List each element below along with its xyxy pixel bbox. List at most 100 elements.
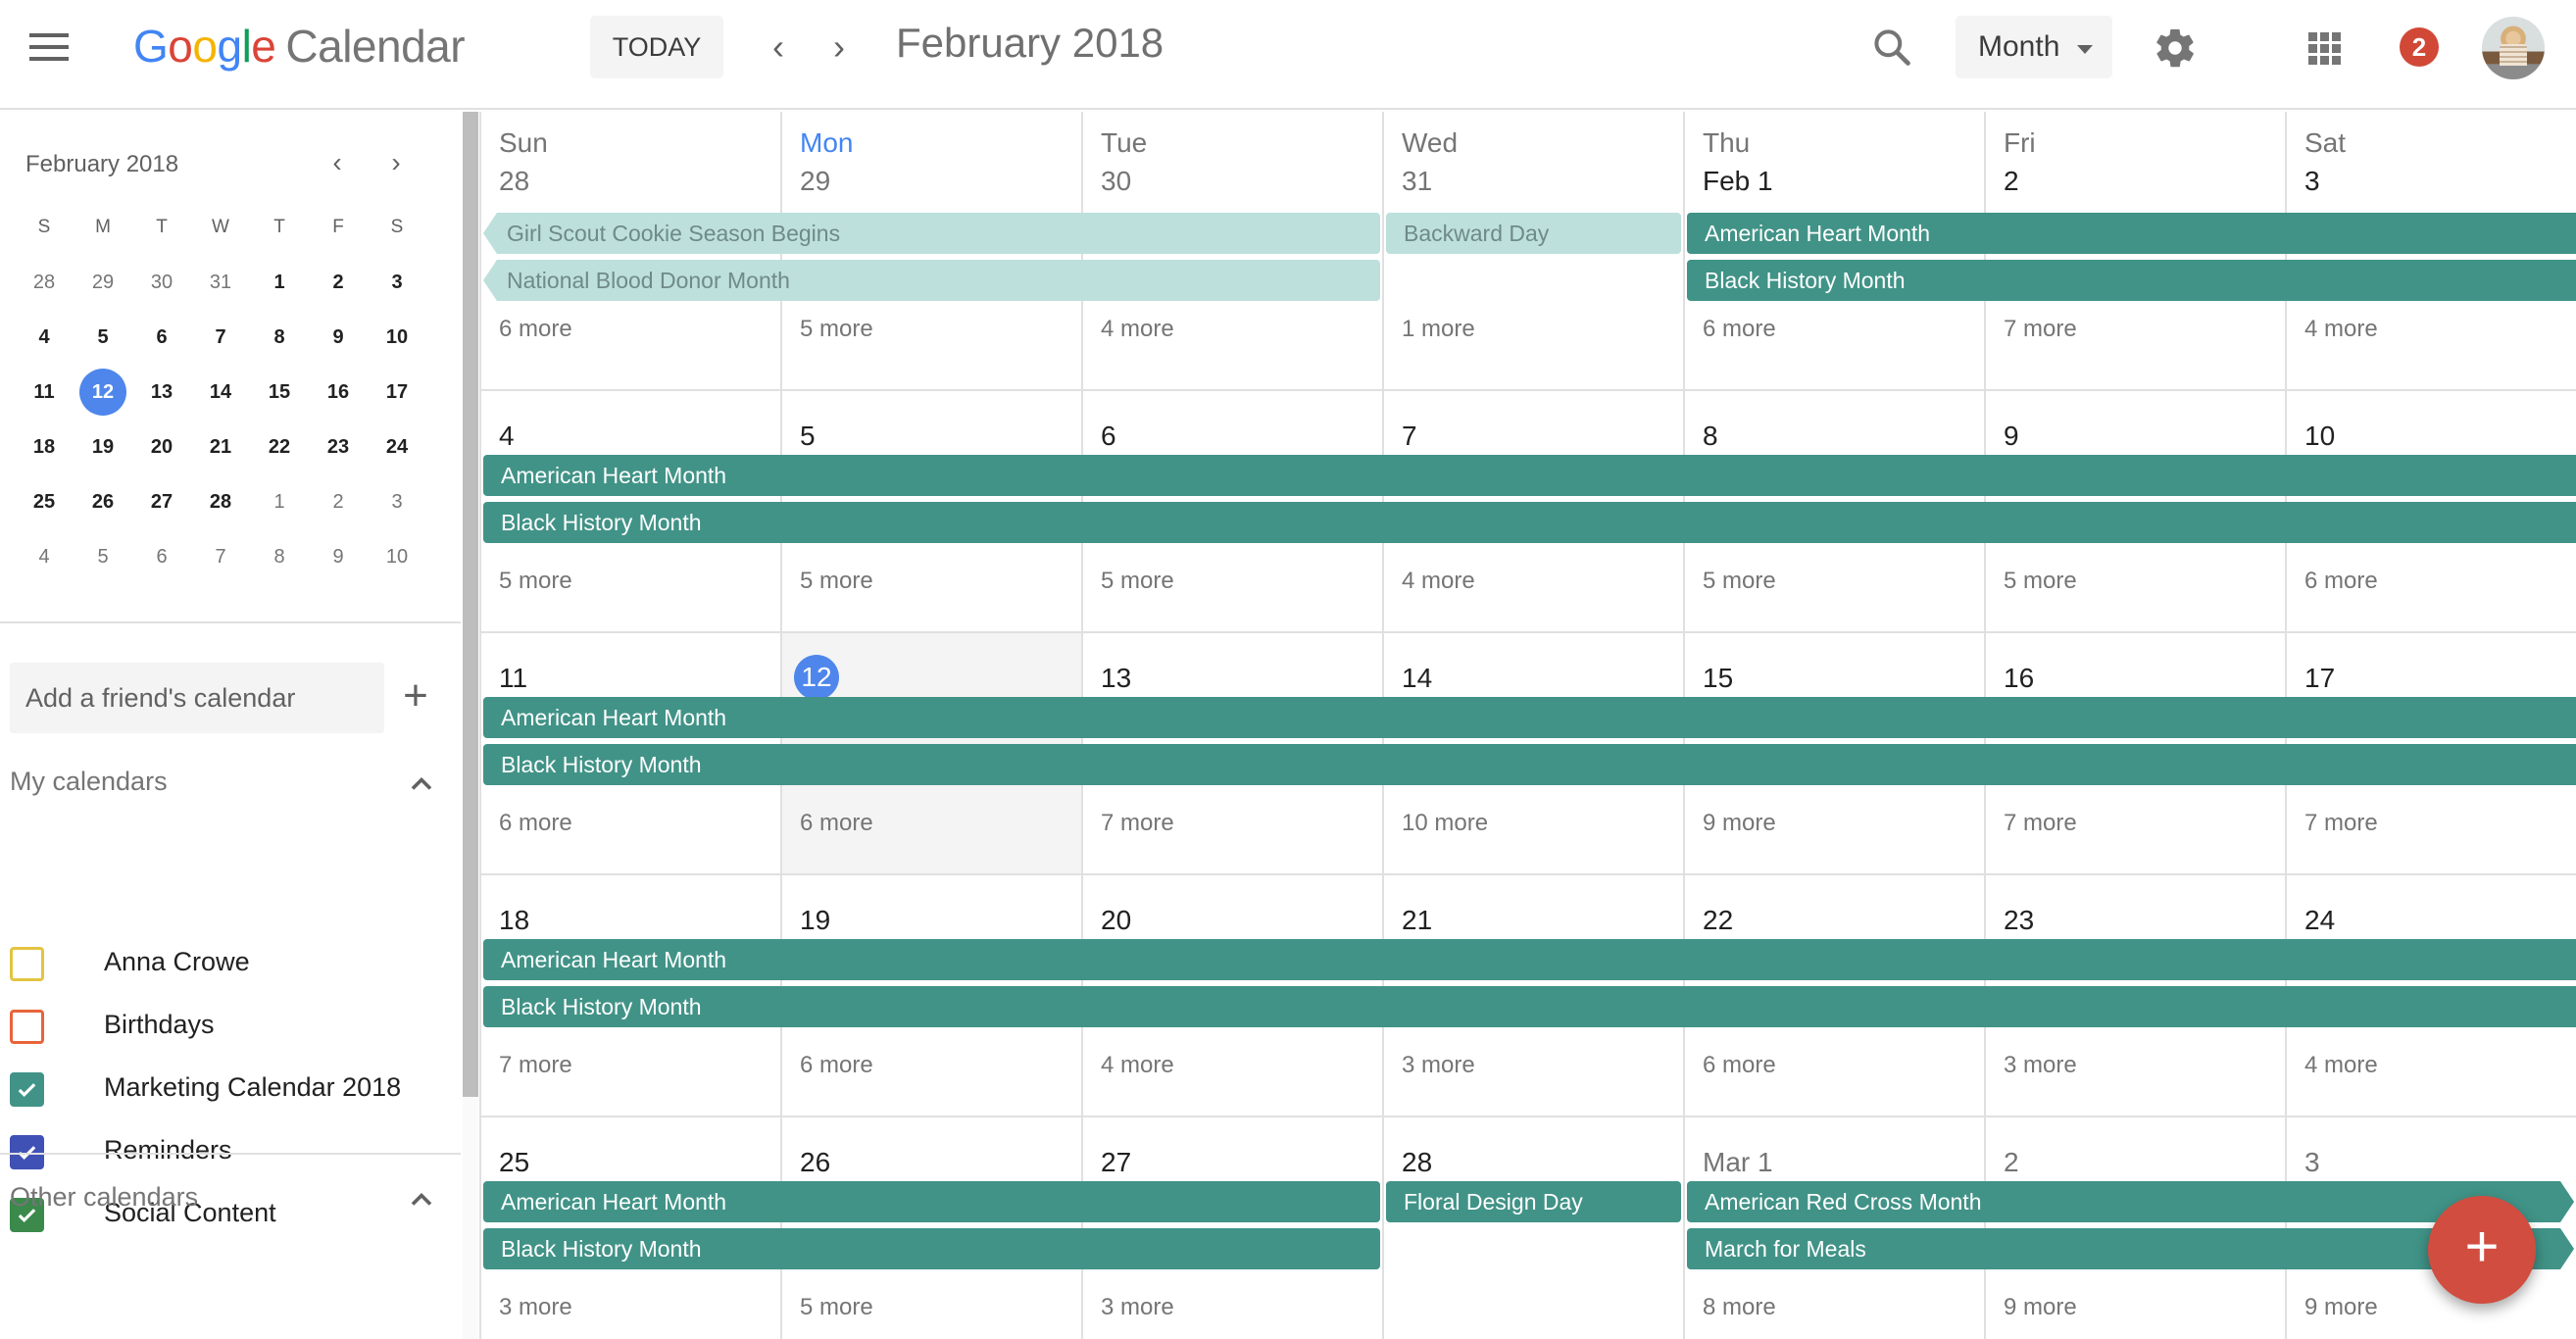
date-number[interactable]: 31: [1402, 166, 1432, 197]
date-number[interactable]: 3: [2304, 166, 2320, 197]
mini-calendar-day[interactable]: 6: [132, 533, 191, 580]
date-number[interactable]: 2: [2004, 166, 2019, 197]
mini-calendar-day-today[interactable]: 12: [74, 369, 132, 416]
date-number[interactable]: 27: [1101, 1147, 1131, 1178]
sidebar-scrollbar-thumb[interactable]: [463, 112, 478, 1097]
more-events-link[interactable]: 6 more: [800, 810, 873, 837]
more-events-link[interactable]: 5 more: [1703, 568, 1776, 595]
more-events-link[interactable]: 6 more: [499, 316, 572, 343]
mini-calendar-day[interactable]: 19: [74, 423, 132, 471]
more-events-link[interactable]: 5 more: [800, 316, 873, 343]
date-number[interactable]: 10: [2304, 421, 2335, 452]
event-chip[interactable]: Floral Design Day: [1386, 1181, 1681, 1222]
more-events-link[interactable]: 7 more: [2004, 316, 2077, 343]
mini-calendar-day[interactable]: 21: [191, 423, 250, 471]
event-chip[interactable]: Black History Month: [483, 744, 2576, 785]
date-number[interactable]: 13: [1101, 663, 1131, 694]
mini-calendar-day[interactable]: 15: [250, 369, 309, 416]
mini-calendar-day[interactable]: 13: [132, 369, 191, 416]
view-switcher-dropdown[interactable]: Month: [1956, 16, 2112, 78]
date-number-today[interactable]: 12: [794, 655, 839, 700]
create-event-button[interactable]: +: [2428, 1196, 2536, 1304]
date-number[interactable]: 11: [499, 663, 527, 694]
sidebar-scrollbar[interactable]: [463, 112, 478, 1339]
date-number[interactable]: 25: [499, 1147, 529, 1178]
more-events-link[interactable]: 5 more: [499, 568, 572, 595]
search-icon[interactable]: [1870, 25, 1913, 69]
more-events-link[interactable]: 4 more: [1101, 316, 1174, 343]
more-events-link[interactable]: 6 more: [1703, 316, 1776, 343]
more-events-link[interactable]: 1 more: [1402, 316, 1475, 343]
settings-gear-icon[interactable]: [2153, 25, 2198, 71]
mini-calendar-next-button[interactable]: ›: [378, 145, 414, 180]
mini-calendar-day[interactable]: 5: [74, 314, 132, 361]
mini-calendar-day[interactable]: 5: [74, 533, 132, 580]
date-number[interactable]: 2: [2004, 1147, 2019, 1178]
calendar-item[interactable]: Anna Crowe: [10, 933, 441, 988]
mini-calendar-day[interactable]: 22: [250, 423, 309, 471]
date-number[interactable]: 3: [2304, 1147, 2320, 1178]
more-events-link[interactable]: 6 more: [499, 810, 572, 837]
date-number[interactable]: 15: [1703, 663, 1733, 694]
date-number[interactable]: 4: [499, 421, 515, 452]
mini-calendar-day[interactable]: 24: [368, 423, 426, 471]
more-events-link[interactable]: 10 more: [1402, 810, 1488, 837]
mini-calendar-day[interactable]: 16: [309, 369, 368, 416]
mini-calendar-day[interactable]: 26: [74, 478, 132, 525]
mini-calendar-day[interactable]: 17: [368, 369, 426, 416]
apps-grid-icon[interactable]: [2308, 32, 2341, 65]
mini-calendar-day[interactable]: 4: [15, 533, 74, 580]
event-chip[interactable]: American Heart Month: [483, 939, 2576, 980]
more-events-link[interactable]: 5 more: [800, 568, 873, 595]
more-events-link[interactable]: 9 more: [1703, 810, 1776, 837]
day-cell[interactable]: 28: [1382, 1117, 1683, 1339]
date-number[interactable]: 29: [800, 166, 830, 197]
date-number[interactable]: 28: [499, 166, 529, 197]
date-number[interactable]: Mar 1: [1703, 1147, 1773, 1178]
mini-calendar-day[interactable]: 28: [15, 259, 74, 306]
event-chip[interactable]: American Heart Month: [483, 455, 2576, 496]
more-events-link[interactable]: 4 more: [2304, 1052, 2378, 1079]
date-number[interactable]: 30: [1101, 166, 1131, 197]
mini-calendar-day[interactable]: 7: [191, 314, 250, 361]
mini-calendar-day[interactable]: 6: [132, 314, 191, 361]
date-number[interactable]: 16: [2004, 663, 2034, 694]
mini-calendar-day[interactable]: 9: [309, 533, 368, 580]
mini-calendar-day[interactable]: 3: [368, 259, 426, 306]
mini-calendar-prev-button[interactable]: ‹: [320, 145, 355, 180]
event-chip[interactable]: Girl Scout Cookie Season Begins: [483, 213, 1380, 254]
mini-calendar-day[interactable]: 9: [309, 314, 368, 361]
mini-calendar-day[interactable]: 31: [191, 259, 250, 306]
date-number[interactable]: 19: [800, 905, 830, 936]
mini-calendar-day[interactable]: 1: [250, 259, 309, 306]
more-events-link[interactable]: 7 more: [1101, 810, 1174, 837]
mini-calendar-day[interactable]: 27: [132, 478, 191, 525]
date-number[interactable]: 21: [1402, 905, 1432, 936]
mini-calendar-day[interactable]: 14: [191, 369, 250, 416]
mini-calendar-day[interactable]: 18: [15, 423, 74, 471]
date-number[interactable]: 20: [1101, 905, 1131, 936]
checkbox-unchecked[interactable]: [10, 947, 44, 981]
mini-calendar-day[interactable]: 29: [74, 259, 132, 306]
my-calendars-section-toggle[interactable]: My calendars: [10, 759, 441, 808]
more-events-link[interactable]: 6 more: [800, 1052, 873, 1079]
more-events-link[interactable]: 4 more: [1101, 1052, 1174, 1079]
mini-calendar-day[interactable]: 2: [309, 478, 368, 525]
other-calendars-section-toggle[interactable]: Other calendars: [10, 1174, 441, 1223]
date-number[interactable]: 9: [2004, 421, 2019, 452]
mini-calendar-day[interactable]: 8: [250, 314, 309, 361]
mini-calendar-day[interactable]: 28: [191, 478, 250, 525]
date-number[interactable]: 22: [1703, 905, 1733, 936]
mini-calendar-day[interactable]: 3: [368, 478, 426, 525]
event-chip[interactable]: Black History Month: [483, 502, 2576, 543]
date-number[interactable]: 26: [800, 1147, 830, 1178]
previous-month-button[interactable]: ‹: [759, 27, 798, 67]
more-events-link[interactable]: 5 more: [800, 1294, 873, 1321]
date-number[interactable]: 8: [1703, 421, 1718, 452]
event-chip[interactable]: Black History Month: [1687, 260, 2576, 301]
main-menu-icon[interactable]: [29, 33, 69, 63]
calendar-item[interactable]: Birthdays: [10, 996, 441, 1051]
notifications-badge[interactable]: 2: [2400, 27, 2439, 67]
more-events-link[interactable]: 3 more: [2004, 1052, 2077, 1079]
more-events-link[interactable]: 3 more: [1101, 1294, 1174, 1321]
